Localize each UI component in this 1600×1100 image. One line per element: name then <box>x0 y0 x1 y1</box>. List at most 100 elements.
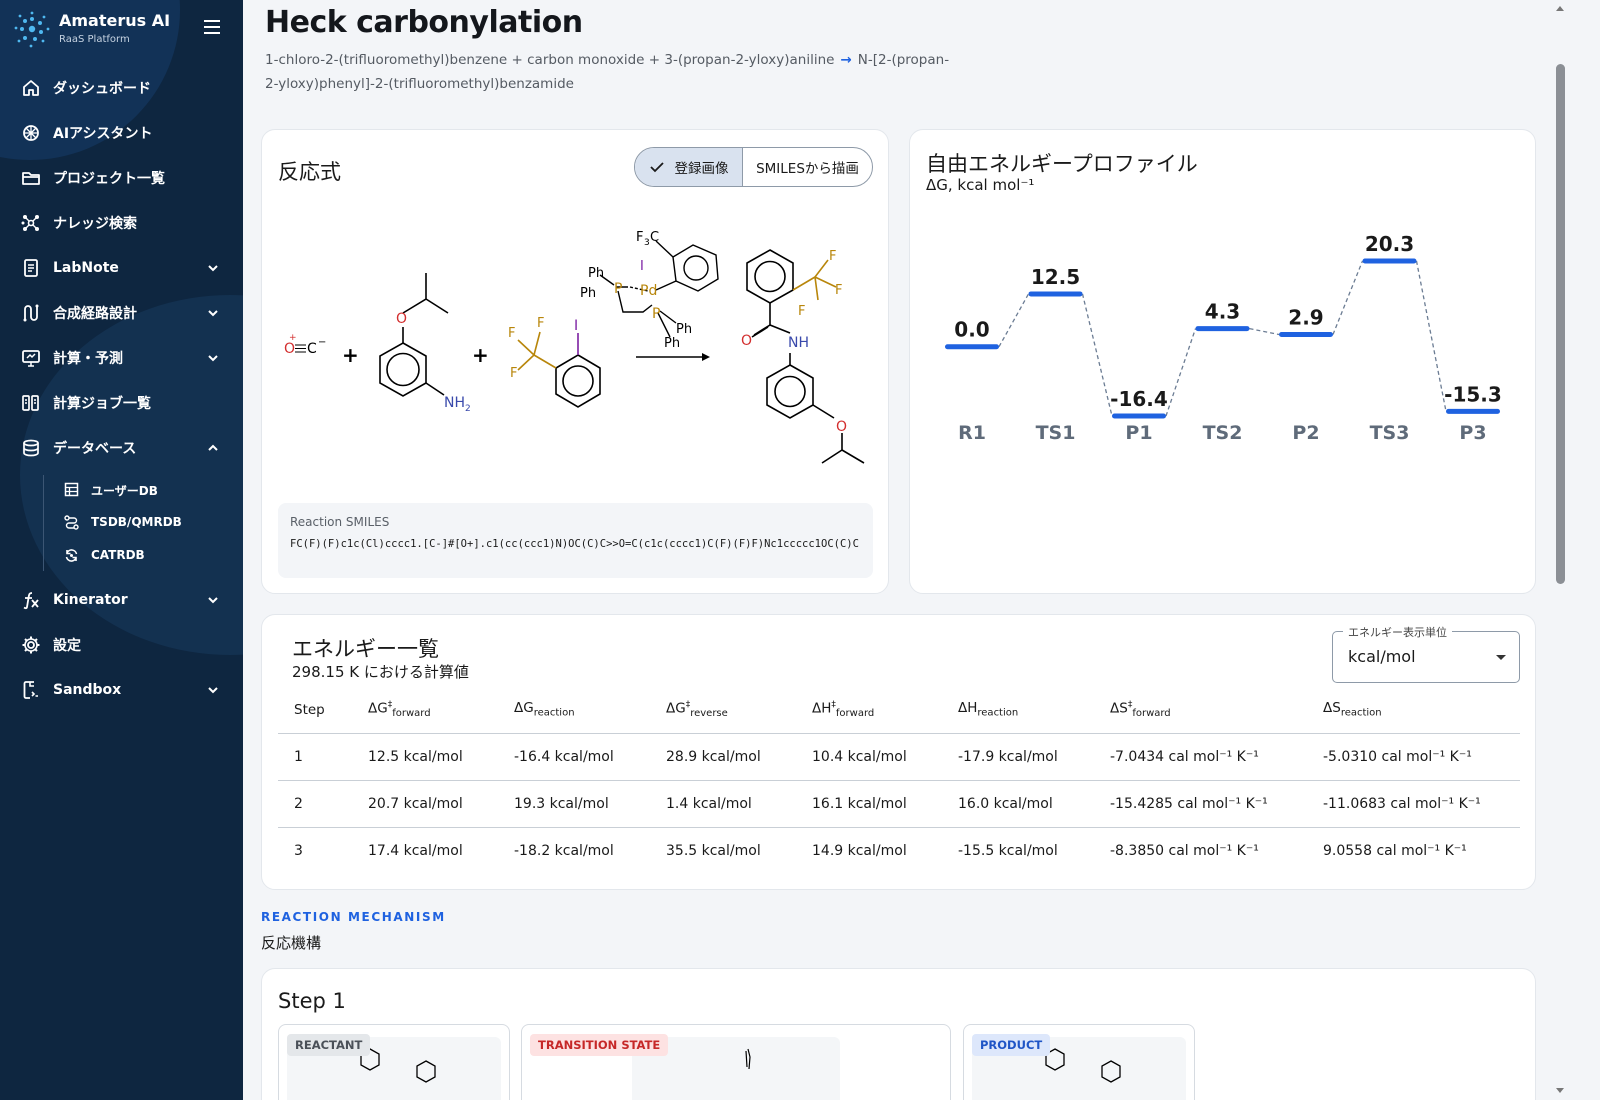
ai-assistant-icon <box>23 124 39 141</box>
sidebar-subitem-label: TSDB/QMRDB <box>91 515 182 529</box>
check-icon <box>649 162 664 173</box>
sidebar-item-kinerator[interactable]: Kinerator <box>0 577 243 622</box>
path-icon <box>64 515 79 530</box>
svg-text:F: F <box>798 304 805 319</box>
sidebar-item-knowledge-search[interactable]: ナレッジ検索 <box>0 200 243 245</box>
cell-value: -15.4285 <box>1110 795 1173 812</box>
sidebar-item-label: LabNote <box>53 259 119 276</box>
cell-value: 9.0558 <box>1323 842 1372 859</box>
product-state-box[interactable]: PRODUCT <box>963 1024 1195 1100</box>
image-source-toggle: 登録画像 SMILESから描画 <box>634 147 873 187</box>
database-icon <box>23 439 39 456</box>
table-cell: 1 <box>278 733 352 781</box>
table-row: 1 12.5 kcal/mol -16.4 kcal/mol 28.9 kcal/mo… <box>278 733 1520 781</box>
sidebar-item-calculation[interactable]: 計算・予測 <box>0 335 243 380</box>
chevron-down-icon <box>208 354 218 361</box>
sidebar-item-label: 計算・予測 <box>53 350 123 367</box>
svg-text:F: F <box>636 230 643 245</box>
sidebar-item-ai-assistant[interactable]: AIアシスタント <box>0 110 243 155</box>
scrollbar-thumb[interactable] <box>1556 64 1565 584</box>
carbon-monoxide-structure: O C − + <box>284 333 326 357</box>
column-header: Step <box>278 687 352 734</box>
profile-connector <box>1332 260 1364 335</box>
cycle-icon <box>65 549 78 562</box>
table-cell: 35.5 kcal/mol <box>666 842 761 859</box>
energy-value-label: -16.4 <box>1110 387 1168 411</box>
svg-text:3: 3 <box>644 238 650 248</box>
aryl-halide-structure <box>517 331 601 408</box>
sidebar-item-settings[interactable]: 設定 <box>0 622 243 667</box>
sidebar-subitem-label: ユーザーDB <box>91 484 158 498</box>
category-label: R1 <box>958 422 986 444</box>
column-header: ΔSreaction <box>1307 687 1520 734</box>
svg-text:Pd: Pd <box>640 283 657 299</box>
sidebar-item-jobs[interactable]: 計算ジョブ一覧 <box>0 380 243 425</box>
sidebar-item-database[interactable]: データベース <box>0 425 243 470</box>
table-cell: 12.5 kcal/mol <box>352 733 498 781</box>
sidebar-item-label: 設定 <box>53 637 81 654</box>
table-cell: -5.0310 cal mol⁻¹ K⁻¹ <box>1307 733 1520 781</box>
reaction-smiles-text[interactable]: FC(F)(F)c1c(Cl)cccc1.[C-]#[O+].c1(cc(ccc… <box>290 536 865 552</box>
monitor-icon <box>22 349 40 367</box>
svg-text:Ph: Ph <box>580 286 596 301</box>
unit-select-legend: エネルギー表示単位 <box>1343 624 1452 640</box>
sidebar-item-labnote[interactable]: LabNote <box>0 245 243 290</box>
gear-icon <box>22 636 40 653</box>
energy-table-title: エネルギー一覧 <box>292 637 439 661</box>
sidebar-item-dashboard[interactable]: ダッシュボード <box>0 65 243 110</box>
table-cell: -15.5 kcal/mol <box>958 842 1058 859</box>
energy-profile-card: 自由エネルギープロファイル ΔG, kcal mol⁻¹ 0.0 R1 12.5 TS… <box>909 129 1536 594</box>
cell-unit: cal mol⁻¹ K⁻¹ <box>1381 748 1472 765</box>
category-label: P1 <box>1125 422 1152 444</box>
table-cell: 2 <box>278 780 352 828</box>
table-cell: -11.0683 cal mol⁻¹ K⁻¹ <box>1307 780 1520 828</box>
svg-text:F: F <box>537 316 544 331</box>
energy-level-bar <box>1028 291 1083 297</box>
svg-text:NH: NH <box>444 395 465 411</box>
table-cell: 20.7 kcal/mol <box>352 780 498 828</box>
energy-value-label: 2.9 <box>1288 305 1323 329</box>
transition-state-tag: TRANSITION STATE <box>530 1034 669 1056</box>
svg-text:Ph: Ph <box>664 336 680 351</box>
toggle-registered-image[interactable]: 登録画像 <box>635 148 743 186</box>
sidebar-item-sandbox[interactable]: Sandbox <box>0 667 243 712</box>
profile-connector <box>998 293 1030 348</box>
sandbox-icon <box>23 680 38 699</box>
category-label: TS3 <box>1370 422 1410 444</box>
transition-state-box[interactable]: TRANSITION STATE <box>521 1024 951 1100</box>
scroll-down-icon[interactable] <box>1556 1088 1564 1093</box>
table-cell: -8.3850 cal mol⁻¹ K⁻¹ <box>1094 827 1307 874</box>
cell-unit: cal mol⁻¹ K⁻¹ <box>1168 748 1259 765</box>
table-cell: 1.4 kcal/mol <box>650 780 796 828</box>
svg-text:C: C <box>307 341 317 357</box>
energy-value-label: 12.5 <box>1031 265 1080 289</box>
sidebar-item-label: 合成経路設計 <box>53 305 137 322</box>
sidebar-item-synthesis-route[interactable]: 合成経路設計 <box>0 290 243 335</box>
svg-text:2: 2 <box>465 404 471 414</box>
brand[interactable]: Amaterus AI RaaS Platform <box>14 10 229 50</box>
table-cell: -18.2 kcal/mol <box>514 842 614 859</box>
amaterus-logo-icon <box>14 11 50 48</box>
energy-value-label: 4.3 <box>1205 300 1240 324</box>
knowledge-graph-icon <box>21 214 39 231</box>
table-cell: -7.0434 cal mol⁻¹ K⁻¹ <box>1094 733 1307 781</box>
home-icon <box>23 79 39 96</box>
sidebar-subitem-catrdb[interactable]: CATRDB <box>0 539 243 572</box>
table-cell: 28.9 kcal/mol <box>650 733 796 781</box>
reactant-state-box[interactable]: REACTANT <box>278 1024 510 1100</box>
toggle-draw-from-smiles[interactable]: SMILESから描画 <box>743 148 872 186</box>
column-header: ΔH‡forward <box>796 687 942 734</box>
sidebar-subitem-user-db[interactable]: ユーザーDB <box>0 473 243 506</box>
scroll-up-icon[interactable] <box>1556 6 1564 11</box>
svg-text:+: + <box>472 343 489 367</box>
table-cell: 3 <box>294 842 303 859</box>
reaction-card: 反応式 登録画像 SMILESから描画 O C − + + O NH 2 + I… <box>261 129 889 594</box>
hamburger-menu-icon[interactable] <box>204 20 220 34</box>
svg-text:−: − <box>318 337 326 348</box>
energy-table-card: エネルギー一覧 298.15 K における計算値 エネルギー表示単位 kcal/… <box>261 614 1536 890</box>
energy-unit-select[interactable]: エネルギー表示単位 kcal/mol <box>1332 624 1520 683</box>
reaction-smiles-box: Reaction SMILES FC(F)(F)c1c(Cl)cccc1.[C-… <box>278 503 873 578</box>
table-cell: 17.4 kcal/mol <box>368 842 463 859</box>
sidebar-item-projects[interactable]: プロジェクト一覧 <box>0 155 243 200</box>
sidebar-subitem-tsdb[interactable]: TSDB/QMRDB <box>0 506 243 539</box>
